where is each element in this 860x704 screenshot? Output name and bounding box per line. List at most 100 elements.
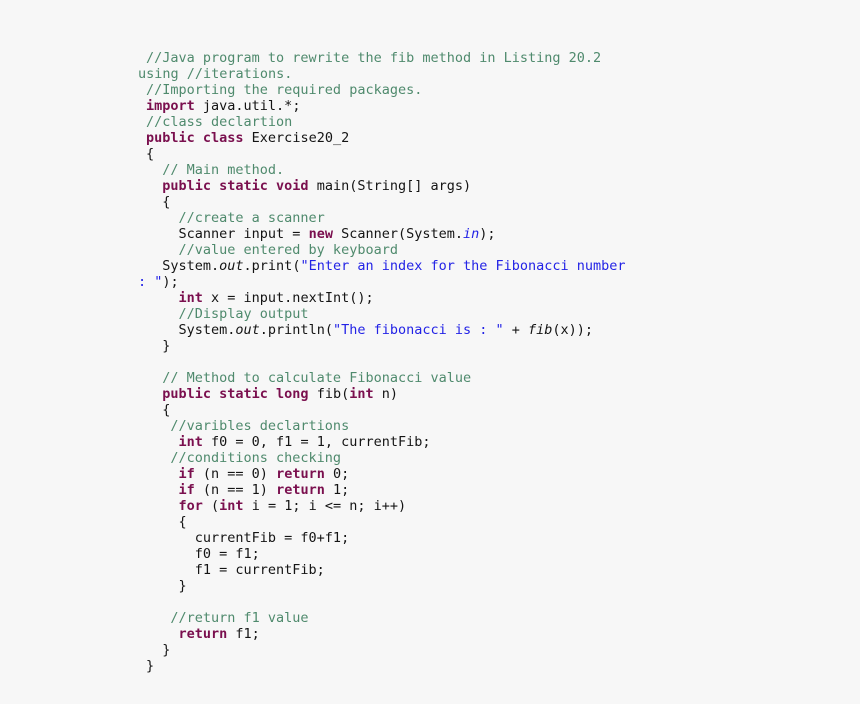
code-listing-page: //Java program to rewrite the fib method… (0, 0, 860, 704)
code-line: //return f1 value (146, 610, 846, 626)
code-line: // Main method. (146, 162, 846, 178)
token-plain: ( (202, 497, 220, 514)
token-comment: //conditions checking (146, 449, 342, 466)
token-keyword: new (308, 225, 333, 242)
token-keyword: import (146, 97, 195, 114)
token-method: out (235, 321, 260, 338)
token-plain: (n == 0) (194, 465, 277, 482)
token-plain: f1 = currentFib; (146, 561, 325, 578)
token-plain: { (146, 193, 171, 210)
token-comment: //return f1 value (146, 609, 309, 626)
token-plain: } (146, 657, 155, 674)
code-line: } (146, 658, 846, 674)
token-string: "The fibonacci is : " (332, 321, 504, 338)
token-plain: System. (146, 321, 236, 338)
token-comment: //class declartion (146, 113, 293, 130)
code-line: System.out.print("Enter an index for the… (146, 258, 846, 274)
token-keyword: int (349, 385, 374, 402)
token-keyword: for (146, 497, 203, 514)
token-plain: f1; (227, 625, 260, 642)
token-plain: (n == 1) (194, 481, 277, 498)
token-plain: .print( (243, 257, 301, 274)
token-plain: { (146, 145, 155, 162)
token-plain: } (146, 641, 171, 658)
token-comment: //Java program to rewrite the fib method… (146, 49, 602, 66)
code-line: for (int i = 1; i <= n; i++) (146, 498, 846, 514)
token-plain: ); (162, 273, 179, 290)
token-plain: Scanner input = (146, 225, 309, 242)
token-keyword: int (146, 433, 203, 450)
token-plain: f0 = f1; (146, 545, 260, 562)
token-comment: //Display output (146, 305, 309, 322)
code-line: //Display output (146, 306, 846, 322)
token-plain: + (503, 321, 529, 338)
token-plain: } (146, 577, 187, 594)
code-line: Scanner input = new Scanner(System.in); (146, 226, 846, 242)
code-line: public class Exercise20_2 (146, 130, 846, 146)
token-method: out (219, 257, 244, 274)
code-line: //class declartion (146, 114, 846, 130)
token-plain: (x)); (552, 321, 594, 338)
token-comment: //create a scanner (146, 209, 325, 226)
token-plain: } (146, 337, 171, 354)
code-line: { (146, 402, 846, 418)
code-line: } (146, 578, 846, 594)
token-plain: x = input.nextInt(); (202, 289, 374, 306)
token-comment: using //iterations. (138, 65, 293, 82)
token-string: "Enter an index for the Fibonacci number (300, 257, 626, 274)
token-keyword: return (146, 625, 228, 642)
token-comment: //Importing the required packages. (146, 81, 423, 98)
code-line: if (n == 0) return 0; (146, 466, 846, 482)
token-comment: //varibles declartions (146, 417, 350, 434)
token-plain: main(String[] args) (308, 177, 472, 194)
token-keyword: if (146, 481, 195, 498)
code-line: : "); (138, 274, 846, 290)
code-line: { (146, 514, 846, 530)
token-keyword: return (276, 465, 325, 482)
token-comment: // Method to calculate Fibonacci value (146, 369, 472, 386)
code-line: public static void main(String[] args) (146, 178, 846, 194)
code-line: //create a scanner (146, 210, 846, 226)
token-field: in (463, 225, 480, 242)
token-plain: { (146, 513, 187, 530)
code-line: using //iterations. (138, 66, 846, 82)
token-comment: // Main method. (146, 161, 285, 178)
code-line: { (146, 194, 846, 210)
token-plain: ); (479, 225, 496, 242)
token-keyword: public static void (146, 177, 309, 194)
token-keyword: public class (146, 129, 244, 146)
code-line: currentFib = f0+f1; (146, 530, 846, 546)
token-plain: java.util.*; (194, 97, 301, 114)
code-line: { (146, 146, 846, 162)
token-comment: //value entered by keyboard (146, 241, 398, 258)
code-line: //conditions checking (146, 450, 846, 466)
token-plain: i = 1; i <= n; i++) (243, 497, 407, 514)
token-keyword: public static long (146, 385, 309, 402)
token-plain: Exercise20_2 (243, 129, 350, 146)
token-plain: fib( (308, 385, 350, 402)
code-line: } (146, 642, 846, 658)
java-code-block[interactable]: //Java program to rewrite the fib method… (138, 49, 846, 674)
token-keyword: if (146, 465, 195, 482)
token-keyword: return (276, 481, 325, 498)
token-plain: System. (146, 257, 220, 274)
code-line: f0 = f1; (146, 546, 846, 562)
code-line: //value entered by keyboard (146, 242, 846, 258)
token-plain: f0 = 0, f1 = 1, currentFib; (202, 433, 431, 450)
code-line: } (146, 338, 846, 354)
token-plain: currentFib = f0+f1; (146, 529, 350, 546)
code-line: int x = input.nextInt(); (146, 290, 846, 306)
code-line: int f0 = 0, f1 = 1, currentFib; (146, 434, 846, 450)
token-string: : " (138, 273, 163, 290)
code-line: System.out.println("The fibonacci is : "… (146, 322, 846, 338)
token-keyword: int (146, 289, 203, 306)
code-line: import java.util.*; (146, 98, 846, 114)
token-plain: Scanner(System. (332, 225, 463, 242)
token-keyword: int (219, 497, 244, 514)
token-plain: n) (373, 385, 398, 402)
code-line: return f1; (146, 626, 846, 642)
token-plain: 1; (324, 481, 350, 498)
code-line: //varibles declartions (146, 418, 846, 434)
